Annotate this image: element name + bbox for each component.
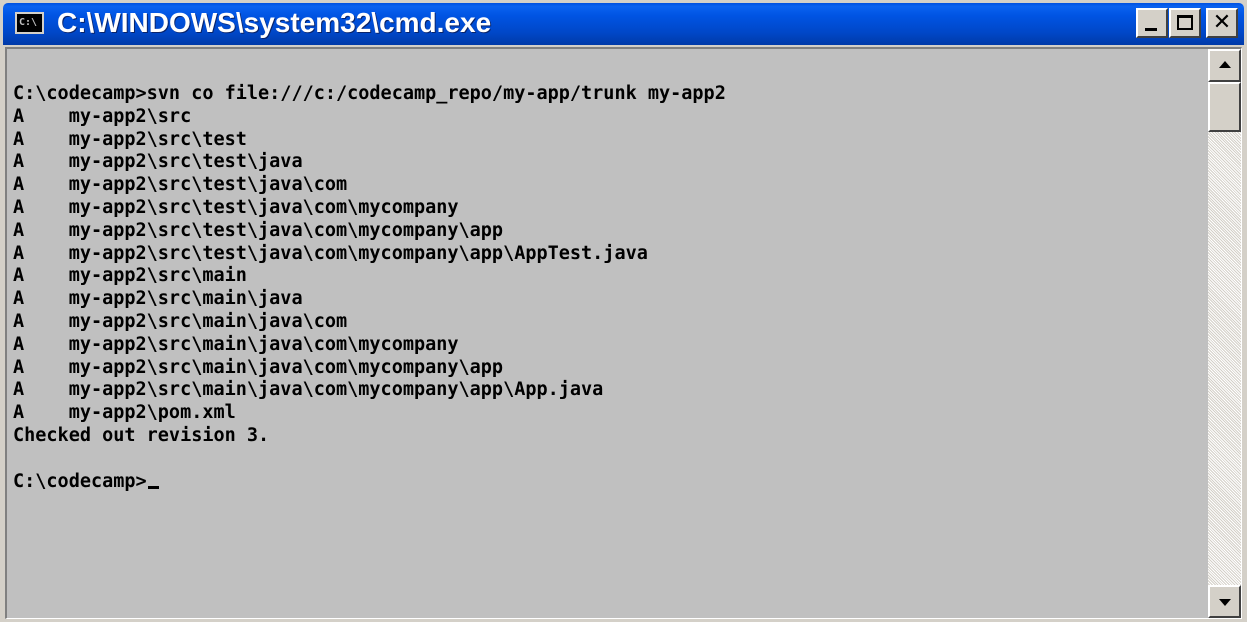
console-line: A my-app2\src\test — [13, 128, 247, 150]
console-client-area: C:\codecamp>svn co file:///c:/codecamp_r… — [5, 47, 1242, 619]
close-button[interactable]: ✕ — [1206, 8, 1238, 38]
window-title: C:\WINDOWS\system32\cmd.exe — [57, 7, 492, 38]
console-line: A my-app2\src\test\java\com — [13, 174, 348, 196]
maximize-icon — [1177, 15, 1193, 30]
console-line: A my-app2\src\main\java\com\mycompany — [13, 333, 459, 355]
prompt-text: C:\codecamp> — [13, 470, 147, 492]
console-line: A my-app2\src\main\java\com — [13, 310, 348, 332]
console-line: A my-app2\src — [13, 105, 192, 127]
console-line: A my-app2\src\main\java\com\mycompany\ap… — [13, 379, 604, 401]
maximize-button[interactable] — [1169, 8, 1201, 38]
text-cursor — [147, 485, 159, 489]
console-line: A my-app2\src\test\java — [13, 151, 303, 173]
scroll-up-button[interactable] — [1208, 49, 1241, 82]
cmd-icon[interactable]: C:\ — [15, 12, 44, 34]
console-lines: C:\codecamp>svn co file:///c:/codecamp_r… — [13, 83, 726, 493]
console-line: A my-app2\src\test\java\com\mycompany — [13, 196, 459, 218]
console-line: C:\codecamp>svn co file:///c:/codecamp_r… — [13, 83, 726, 104]
title-bar[interactable]: C:\ C:\WINDOWS\system32\cmd.exe ✕ — [3, 3, 1244, 45]
console-line: A my-app2\pom.xml — [13, 402, 236, 424]
close-icon: ✕ — [1212, 10, 1232, 35]
vertical-scrollbar[interactable] — [1208, 49, 1241, 618]
console-line: A my-app2\src\main\java\com\mycompany\ap… — [13, 356, 504, 378]
console-line: A my-app2\src\test\java\com\mycompany\ap… — [13, 242, 648, 264]
minimize-icon — [1145, 28, 1157, 31]
console-line: A my-app2\src\main — [13, 265, 247, 287]
console-line: A my-app2\src\main\java — [13, 288, 303, 310]
scrollbar-thumb[interactable] — [1208, 82, 1241, 132]
scroll-down-arrow-icon — [1219, 599, 1231, 606]
console-line: A my-app2\src\test\java\com\mycompany\ap… — [13, 219, 504, 241]
scroll-up-arrow-icon — [1219, 61, 1231, 68]
console-output[interactable]: C:\codecamp>svn co file:///c:/codecamp_r… — [7, 49, 1208, 618]
prompt-line[interactable]: C:\codecamp> — [13, 471, 726, 494]
cmd-window: C:\ C:\WINDOWS\system32\cmd.exe ✕ C:\cod… — [0, 0, 1247, 622]
console-line: Checked out revision 3. — [13, 424, 270, 446]
scroll-down-button[interactable] — [1208, 585, 1241, 618]
minimize-button[interactable] — [1136, 8, 1168, 38]
